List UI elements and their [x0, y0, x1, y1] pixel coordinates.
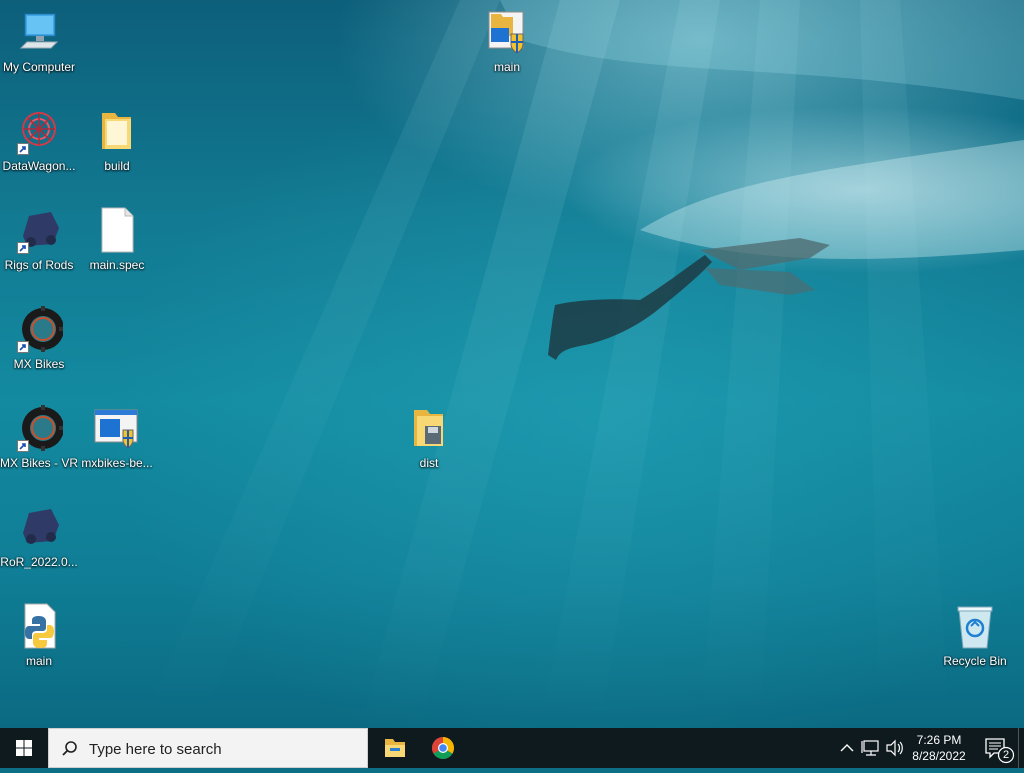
icon-label: dist: [419, 456, 439, 470]
desktop-icon-ror-2022[interactable]: RoR_2022.0...: [0, 503, 78, 569]
file-explorer-icon: [385, 739, 405, 757]
clock-date: 8/28/2022: [912, 749, 966, 763]
shortcut-arrow-icon: [17, 440, 29, 452]
show-desktop-button[interactable]: [1018, 728, 1024, 768]
folder-floppy-icon: [405, 404, 453, 452]
desktop[interactable]: My Computer DataWagon... Rigs of Rods MX…: [0, 0, 1024, 728]
document-icon: [93, 206, 141, 254]
shortcut-arrow-icon: [17, 242, 29, 254]
taskbar-chrome[interactable]: [419, 728, 467, 768]
tray-network[interactable]: [860, 728, 882, 768]
notification-icon: [985, 738, 1015, 764]
desktop-icon-dist-folder[interactable]: dist: [390, 404, 468, 470]
rigs-of-rods-icon: [15, 503, 63, 551]
desktop-icon-main-py[interactable]: main: [0, 602, 78, 668]
tray-overflow-chevron[interactable]: [836, 728, 858, 768]
desktop-icon-mx-bikes-vr[interactable]: MX Bikes - VR: [0, 404, 78, 470]
icon-label: main.spec: [89, 258, 145, 272]
desktop-icon-mx-bikes[interactable]: MX Bikes: [0, 305, 78, 371]
desktop-icon-main-spec[interactable]: main.spec: [78, 206, 156, 272]
clock-time: 7:26 PM: [916, 733, 962, 747]
folder-icon: [93, 107, 141, 155]
start-button[interactable]: [0, 728, 48, 768]
icon-label: mxbikes-be...: [81, 456, 153, 470]
chevron-up-icon: [840, 744, 854, 752]
mx-bikes-tire-icon: [15, 305, 64, 353]
network-icon: [861, 740, 879, 756]
taskbar: Type here to search 7:26 PM 8/28/2022 2: [0, 728, 1024, 768]
icon-label: DataWagon...: [2, 159, 76, 173]
desktop-icon-datawagon[interactable]: DataWagon...: [0, 107, 78, 173]
action-center-button[interactable]: 2: [980, 728, 1018, 768]
python-file-icon: [15, 602, 63, 650]
installer-shield-icon: [93, 404, 141, 452]
icon-label: My Computer: [2, 60, 76, 74]
diver-silhouette: [548, 238, 830, 360]
desktop-icon-recycle-bin[interactable]: Recycle Bin: [936, 602, 1014, 668]
installer-folder-shield-icon: [483, 8, 531, 56]
icon-label: Recycle Bin: [943, 654, 1007, 668]
rigs-of-rods-icon: [15, 206, 63, 254]
desktop-icon-main-exe[interactable]: main: [468, 8, 546, 74]
icon-label: build: [104, 159, 130, 173]
icon-label: RoR_2022.0...: [0, 555, 78, 569]
clock[interactable]: 7:26 PM 8/28/2022: [898, 732, 980, 764]
shortcut-arrow-icon: [17, 341, 29, 353]
desktop-icon-my-computer[interactable]: My Computer: [0, 8, 78, 74]
datawagon-icon: [15, 107, 63, 155]
chrome-icon: [432, 737, 454, 759]
icon-label: MX Bikes - VR: [0, 456, 78, 470]
mx-bikes-vr-tire-icon: [15, 404, 64, 452]
icon-label: main: [25, 654, 52, 668]
icon-label: main: [493, 60, 520, 74]
search-box[interactable]: Type here to search: [48, 728, 368, 768]
icon-label: Rigs of Rods: [4, 258, 74, 272]
desktop-icon-mxbikes-be[interactable]: mxbikes-be...: [78, 404, 156, 470]
recycle-bin-icon: [951, 602, 999, 650]
search-placeholder: Type here to search: [89, 741, 222, 758]
taskbar-file-explorer[interactable]: [371, 728, 419, 768]
computer-icon: [15, 8, 63, 56]
desktop-icon-build-folder[interactable]: build: [78, 107, 156, 173]
search-icon: [62, 741, 77, 756]
desktop-icon-rigs-of-rods[interactable]: Rigs of Rods: [0, 206, 78, 272]
shortcut-arrow-icon: [17, 143, 29, 155]
windows-logo-icon: [16, 740, 32, 756]
notification-count: 2: [1002, 749, 1010, 761]
icon-label: MX Bikes: [13, 357, 65, 371]
